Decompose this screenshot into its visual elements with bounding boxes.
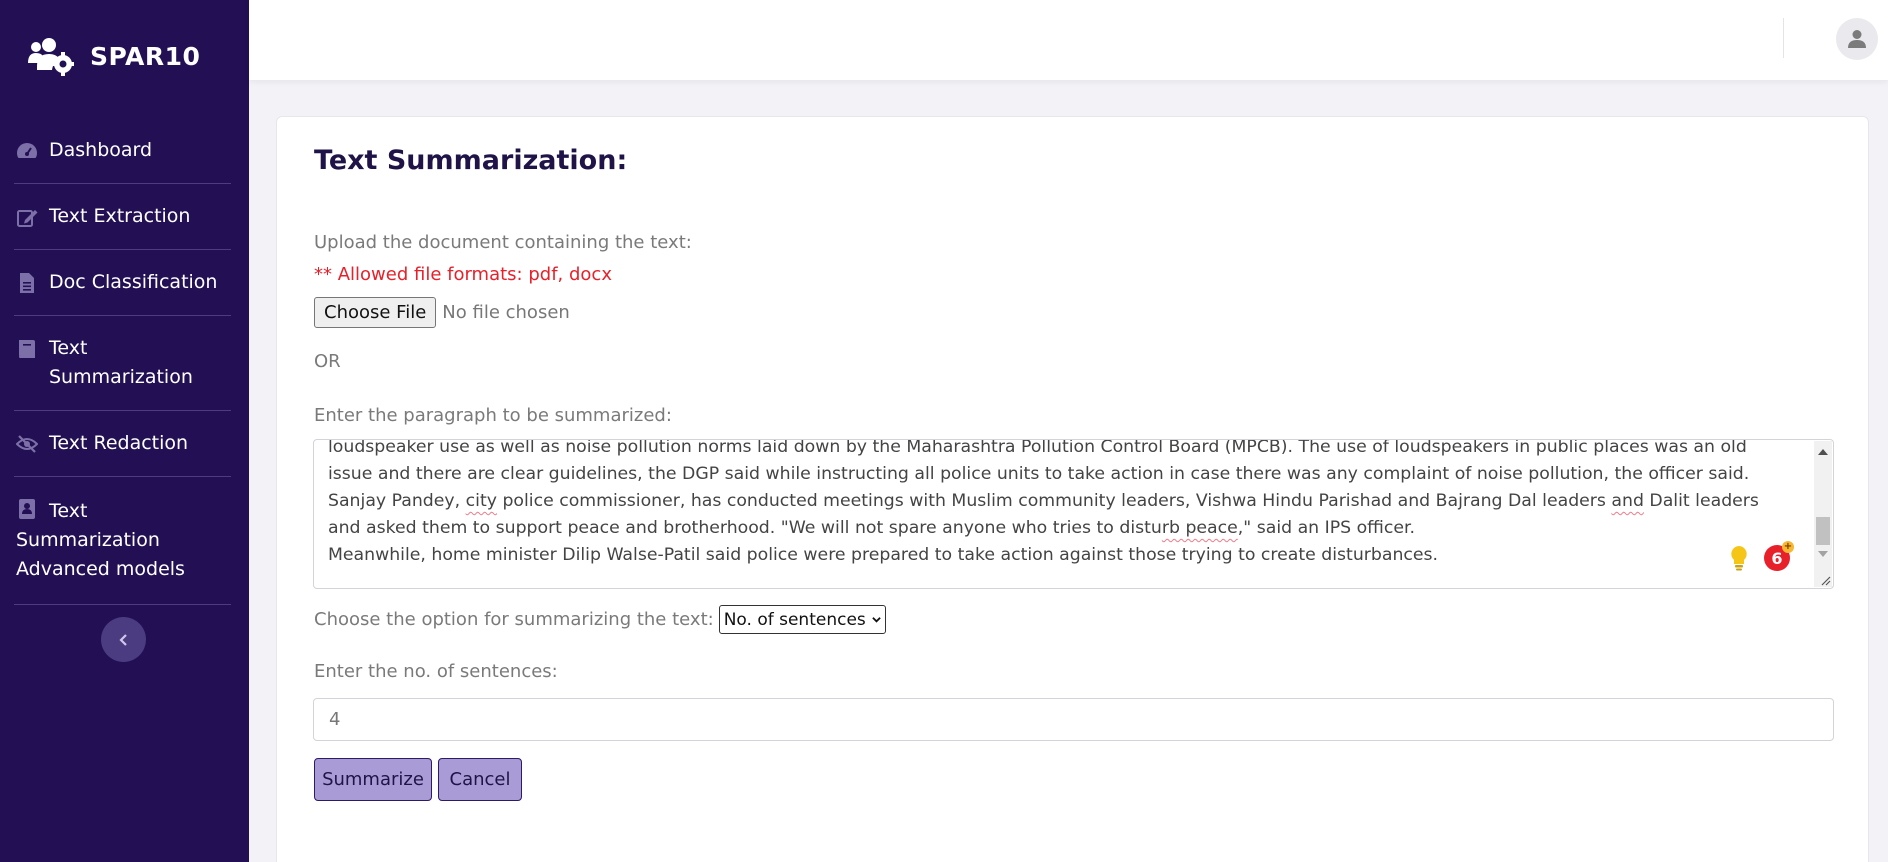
sidebar-item-text-summarization[interactable]: Text Summarization [14, 316, 231, 411]
summarize-option-select[interactable]: No. of sentences [718, 605, 886, 634]
paragraph-text: loudspeaker use as well as noise polluti… [328, 439, 1759, 565]
user-avatar-button[interactable] [1836, 18, 1878, 60]
sidebar-item-label: Text Summarization Advanced models [16, 500, 185, 580]
sidebar-item-label: Text Summarization [49, 337, 193, 388]
eye-slash-icon [16, 435, 38, 453]
upload-label: Upload the document containing the text: [314, 232, 692, 253]
sidebar-item-label: Dashboard [49, 139, 153, 161]
book-icon [19, 340, 35, 358]
resize-handle-icon[interactable] [1819, 574, 1831, 586]
user-icon [1848, 30, 1866, 48]
sidebar-item-doc-classification[interactable]: Doc Classification [14, 250, 231, 316]
paragraph-label: Enter the paragraph to be summarized: [314, 405, 672, 426]
users-gear-icon [28, 38, 74, 76]
choose-file-button[interactable]: Choose File [314, 297, 437, 328]
sidebar-item-label: Text Redaction [49, 432, 189, 454]
chevron-down-icon [872, 617, 881, 623]
dashboard-icon [17, 143, 37, 158]
brand-name: SPAR10 [90, 41, 201, 71]
sidebar-item-label: Text Extraction [49, 205, 191, 227]
cancel-button[interactable]: Cancel [438, 758, 522, 801]
file-upload: Choose File No file chosen [314, 297, 570, 328]
sidebar-item-text-extraction[interactable]: Text Extraction [14, 184, 231, 250]
or-separator: OR [314, 351, 341, 372]
sidebar-item-dashboard[interactable]: Dashboard [14, 118, 231, 184]
scroll-down-arrow-icon[interactable] [1818, 551, 1828, 557]
sidebar-collapse-button[interactable] [101, 617, 146, 662]
option-label: Choose the option for summarizing the te… [314, 609, 714, 630]
sidebar-nav: Dashboard Text Extraction Doc Classifica… [14, 118, 231, 605]
sentences-label: Enter the no. of sentences: [314, 661, 558, 682]
grammar-plus-badge: + [1782, 541, 1794, 553]
sentences-input[interactable]: 4 [313, 698, 1834, 741]
main-card: Text Summarization: Upload the document … [276, 116, 1869, 862]
select-value: No. of sentences [723, 609, 866, 630]
scrollbar-thumb[interactable] [1816, 517, 1830, 545]
sidebar-item-text-summarization-advanced[interactable]: Text Summarization Advanced models [14, 477, 231, 605]
sidebar-item-label: Doc Classification [49, 271, 218, 293]
sidebar-item-text-redaction[interactable]: Text Redaction [14, 411, 231, 477]
scroll-up-arrow-icon[interactable] [1818, 449, 1828, 455]
summarize-option-row: Choose the option for summarizing the te… [314, 605, 886, 634]
brand[interactable]: SPAR10 [28, 36, 200, 76]
page-title: Text Summarization: [314, 145, 628, 176]
lightbulb-icon[interactable] [1727, 544, 1751, 572]
top-bar [249, 0, 1888, 80]
topbar-divider [1783, 18, 1784, 58]
edit-icon [17, 210, 38, 227]
file-status: No file chosen [442, 302, 570, 323]
summarize-button[interactable]: Summarize [314, 758, 432, 801]
chevron-left-icon [118, 633, 127, 646]
sidebar: SPAR10 Dashboard Text Extraction Doc Cla… [0, 0, 249, 862]
allowed-formats-note: ** Allowed file formats: pdf, docx [314, 264, 612, 285]
document-icon [20, 273, 34, 293]
textarea-scrollbar[interactable] [1814, 441, 1832, 587]
user-document-icon [19, 499, 35, 519]
paragraph-textarea[interactable]: loudspeaker use as well as noise polluti… [313, 439, 1834, 589]
